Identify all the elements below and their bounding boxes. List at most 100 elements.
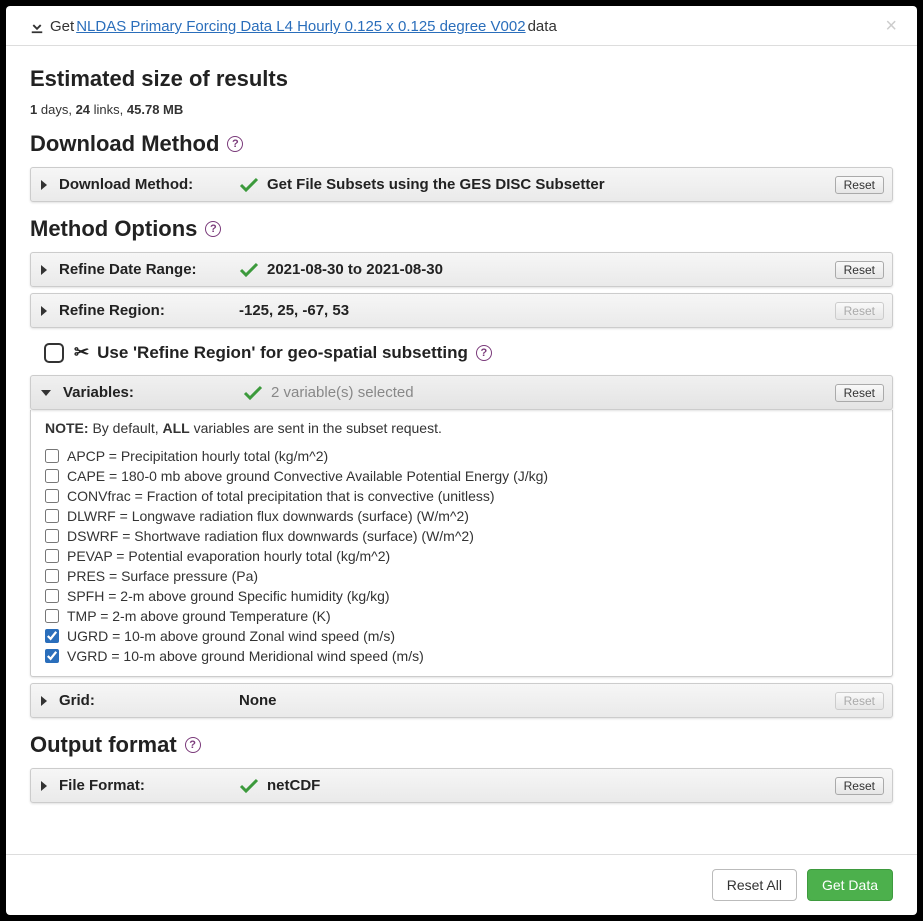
output-format-title: Output format ?: [30, 732, 893, 758]
variables-summary-text: 2 variable(s) selected: [271, 384, 414, 401]
refine-date-reset-button[interactable]: Reset: [835, 261, 884, 279]
variable-label: DSWRF = Shortwave radiation flux downwar…: [67, 528, 474, 544]
scissors-icon: ✂: [74, 342, 89, 363]
links-value: 24: [76, 102, 90, 117]
variable-item: PRES = Surface pressure (Pa): [45, 566, 878, 586]
grid-label: Grid:: [59, 692, 239, 709]
variable-checkbox[interactable]: [45, 509, 59, 523]
help-icon[interactable]: ?: [205, 221, 221, 237]
download-method-row[interactable]: Download Method: Get File Subsets using …: [30, 167, 893, 202]
check-icon: [239, 262, 259, 278]
variable-item: APCP = Precipitation hourly total (kg/m^…: [45, 446, 878, 466]
help-icon[interactable]: ?: [476, 345, 492, 361]
variable-item: DLWRF = Longwave radiation flux downward…: [45, 506, 878, 526]
check-icon: [239, 177, 259, 193]
refine-date-row[interactable]: Refine Date Range: 2021-08-30 to 2021-08…: [30, 252, 893, 287]
modal-header: Get NLDAS Primary Forcing Data L4 Hourly…: [6, 6, 917, 46]
variable-item: PEVAP = Potential evaporation hourly tot…: [45, 546, 878, 566]
variable-checkbox[interactable]: [45, 609, 59, 623]
variables-note: NOTE: By default, ALL variables are sent…: [45, 420, 878, 436]
variable-checkbox[interactable]: [45, 489, 59, 503]
header-get-text: Get: [50, 18, 74, 35]
variable-checkbox[interactable]: [45, 529, 59, 543]
grid-value: None: [239, 692, 277, 709]
get-data-button[interactable]: Get Data: [807, 869, 893, 901]
help-icon[interactable]: ?: [185, 737, 201, 753]
grid-reset-button: Reset: [835, 692, 884, 710]
estimated-title: Estimated size of results: [30, 66, 893, 92]
refine-date-value-text: 2021-08-30 to 2021-08-30: [267, 261, 443, 278]
refine-date-value: 2021-08-30 to 2021-08-30: [239, 261, 443, 278]
download-method-title-text: Download Method: [30, 131, 219, 157]
variable-label: PRES = Surface pressure (Pa): [67, 568, 258, 584]
refine-region-value-text: -125, 25, -67, 53: [239, 302, 349, 319]
method-options-title: Method Options ?: [30, 216, 893, 242]
variable-label: TMP = 2-m above ground Temperature (K): [67, 608, 331, 624]
variables-row[interactable]: Variables: 2 variable(s) selected Reset: [30, 375, 893, 410]
method-options-title-text: Method Options: [30, 216, 197, 242]
variable-item: TMP = 2-m above ground Temperature (K): [45, 606, 878, 626]
variable-label: PEVAP = Potential evaporation hourly tot…: [67, 548, 390, 564]
variable-item: UGRD = 10-m above ground Zonal wind spee…: [45, 626, 878, 646]
file-format-value-text: netCDF: [267, 777, 320, 794]
reset-all-button[interactable]: Reset All: [712, 869, 797, 901]
caret-right-icon: [41, 696, 47, 706]
variable-label: SPFH = 2-m above ground Specific humidit…: [67, 588, 390, 604]
help-icon[interactable]: ?: [227, 136, 243, 152]
download-method-title: Download Method ?: [30, 131, 893, 157]
days-label: days,: [41, 102, 72, 117]
file-format-label: File Format:: [59, 777, 239, 794]
variables-panel: NOTE: By default, ALL variables are sent…: [30, 410, 893, 677]
caret-right-icon: [41, 306, 47, 316]
variable-checkbox[interactable]: [45, 469, 59, 483]
close-icon[interactable]: ×: [885, 16, 897, 36]
variables-summary: 2 variable(s) selected: [243, 384, 414, 401]
file-format-value: netCDF: [239, 777, 320, 794]
refine-region-row[interactable]: Refine Region: -125, 25, -67, 53 Reset: [30, 293, 893, 328]
check-icon: [239, 778, 259, 794]
file-format-row[interactable]: File Format: netCDF Reset: [30, 768, 893, 803]
note-prefix: NOTE:: [45, 420, 89, 436]
variable-label: UGRD = 10-m above ground Zonal wind spee…: [67, 628, 395, 644]
grid-row[interactable]: Grid: None Reset: [30, 683, 893, 718]
variable-item: CAPE = 180-0 mb above ground Convective …: [45, 466, 878, 486]
variable-label: VGRD = 10-m above ground Meridional wind…: [67, 648, 424, 664]
variable-checkbox[interactable]: [45, 589, 59, 603]
days-value: 1: [30, 102, 37, 117]
variables-reset-button[interactable]: Reset: [835, 384, 884, 402]
links-label: links,: [94, 102, 124, 117]
caret-right-icon: [41, 781, 47, 791]
variable-item: DSWRF = Shortwave radiation flux downwar…: [45, 526, 878, 546]
geo-subsetting-checkbox[interactable]: [44, 343, 64, 363]
download-method-value-text: Get File Subsets using the GES DISC Subs…: [267, 176, 605, 193]
variable-checkbox[interactable]: [45, 649, 59, 663]
file-format-reset-button[interactable]: Reset: [835, 777, 884, 795]
variable-label: CONVfrac = Fraction of total precipitati…: [67, 488, 495, 504]
variable-checkbox[interactable]: [45, 549, 59, 563]
variable-label: DLWRF = Longwave radiation flux downward…: [67, 508, 469, 524]
variable-checkbox[interactable]: [45, 569, 59, 583]
variable-item: SPFH = 2-m above ground Specific humidit…: [45, 586, 878, 606]
download-method-reset-button[interactable]: Reset: [835, 176, 884, 194]
modal-dialog: Get NLDAS Primary Forcing Data L4 Hourly…: [6, 6, 917, 915]
note-suffix: variables are sent in the subset request…: [194, 420, 442, 436]
caret-down-icon: [41, 390, 51, 396]
grid-value-text: None: [239, 692, 277, 709]
variables-label: Variables:: [63, 384, 243, 401]
geo-subsetting-label-text: Use 'Refine Region' for geo-spatial subs…: [97, 343, 468, 363]
variable-checkbox[interactable]: [45, 449, 59, 463]
refine-region-label: Refine Region:: [59, 302, 239, 319]
variables-list: APCP = Precipitation hourly total (kg/m^…: [45, 446, 878, 666]
download-method-label: Download Method:: [59, 176, 239, 193]
download-method-value: Get File Subsets using the GES DISC Subs…: [239, 176, 605, 193]
output-format-title-text: Output format: [30, 732, 177, 758]
note-mid: By default,: [92, 420, 158, 436]
refine-region-reset-button: Reset: [835, 302, 884, 320]
variable-checkbox[interactable]: [45, 629, 59, 643]
header-data-text: data: [528, 18, 557, 35]
geo-subsetting-row: ✂ Use 'Refine Region' for geo-spatial su…: [30, 334, 893, 375]
download-icon: [30, 20, 44, 34]
check-icon: [243, 385, 263, 401]
variable-label: APCP = Precipitation hourly total (kg/m^…: [67, 448, 328, 464]
dataset-link[interactable]: NLDAS Primary Forcing Data L4 Hourly 0.1…: [76, 18, 525, 35]
